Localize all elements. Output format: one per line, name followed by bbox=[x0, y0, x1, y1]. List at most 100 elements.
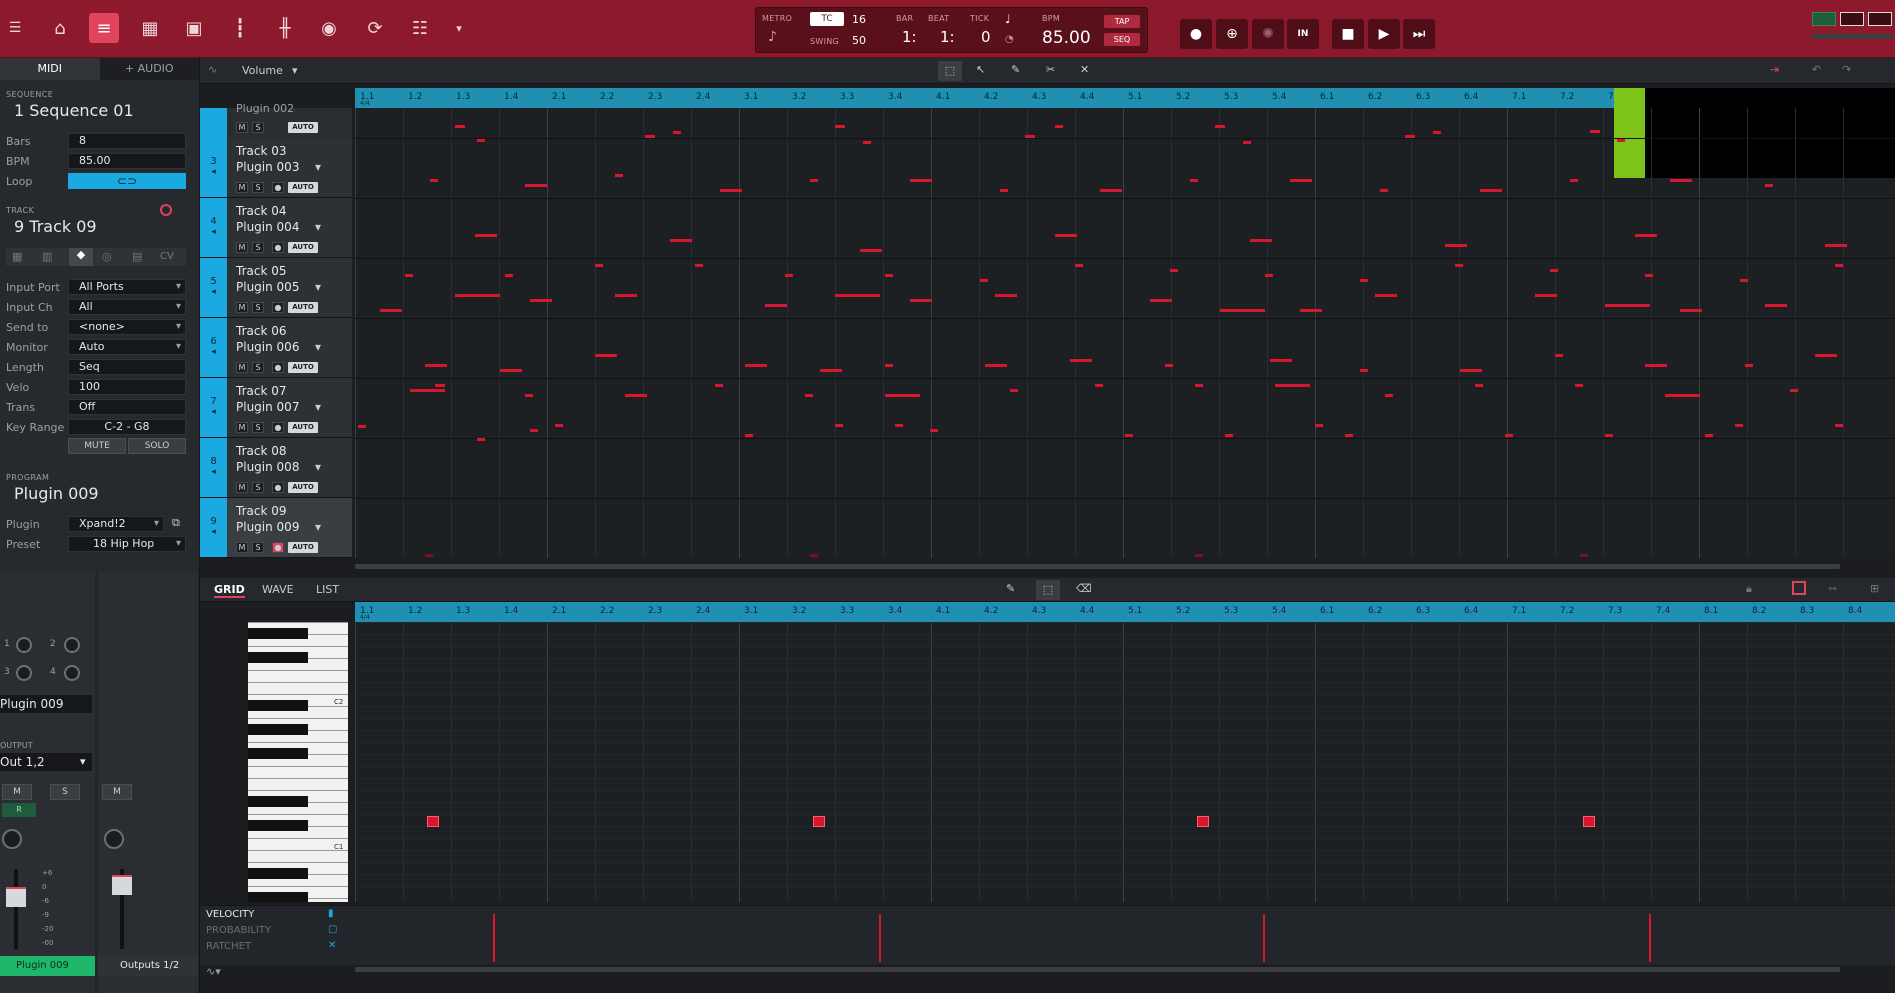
midi-note[interactable] bbox=[1705, 434, 1713, 437]
strip2-label[interactable]: Outputs 1/2 bbox=[98, 956, 198, 976]
track-plugin-select[interactable]: Plugin 003 bbox=[236, 160, 321, 176]
midi-note[interactable] bbox=[525, 184, 547, 187]
automation-read-button[interactable]: R bbox=[2, 803, 36, 817]
black-key[interactable] bbox=[248, 652, 308, 663]
mute-toggle[interactable]: M bbox=[236, 242, 248, 253]
midi-note[interactable] bbox=[430, 179, 438, 182]
select-tool-icon[interactable]: ⬚ bbox=[1036, 580, 1060, 600]
midi-note[interactable] bbox=[1220, 309, 1265, 312]
midi-note[interactable] bbox=[525, 394, 533, 397]
track-row[interactable]: 4◂ Track 04 Plugin 004 MS ● AUTO bbox=[200, 198, 352, 258]
track-prop-field[interactable]: 100 bbox=[68, 379, 186, 395]
midi-note[interactable] bbox=[1315, 424, 1323, 427]
midi-note[interactable] bbox=[1550, 269, 1558, 272]
midi-note[interactable] bbox=[1025, 135, 1035, 138]
midi-note[interactable] bbox=[1670, 179, 1692, 182]
midi-note[interactable] bbox=[910, 299, 932, 302]
midi-note[interactable] bbox=[1665, 394, 1700, 397]
track-row[interactable]: 3◂ Track 03 Plugin 003 MS ● AUTO bbox=[200, 138, 352, 198]
midi-note[interactable] bbox=[530, 429, 538, 432]
midi-note[interactable] bbox=[895, 424, 903, 427]
home-icon[interactable]: ⌂ bbox=[45, 13, 75, 43]
midi-note[interactable] bbox=[765, 304, 787, 307]
looper-icon[interactable]: ⟳ bbox=[360, 13, 390, 43]
midi-note[interactable] bbox=[1635, 234, 1657, 237]
midi-note[interactable] bbox=[410, 389, 445, 392]
sample-edit-icon[interactable]: ▣ bbox=[179, 13, 209, 43]
midi-note[interactable] bbox=[985, 364, 1007, 367]
midi-note[interactable] bbox=[1555, 354, 1563, 357]
track-number[interactable]: 8 ◂ bbox=[200, 438, 227, 497]
cv-type-tab[interactable]: CV bbox=[160, 251, 174, 262]
input-monitor-button[interactable]: IN bbox=[1287, 19, 1319, 49]
midi-note[interactable] bbox=[425, 364, 447, 367]
no-plugin-icon[interactable] bbox=[1840, 12, 1864, 26]
auto-button[interactable]: AUTO bbox=[288, 422, 318, 433]
midi-note[interactable] bbox=[805, 394, 813, 397]
midi-note[interactable] bbox=[625, 394, 647, 397]
record-arm-toggle[interactable]: ● bbox=[272, 542, 284, 553]
strip-mute-button[interactable]: M bbox=[2, 784, 32, 800]
midi-note[interactable] bbox=[1580, 554, 1588, 557]
black-key[interactable] bbox=[248, 700, 308, 711]
send-4-knob[interactable] bbox=[64, 665, 80, 681]
tc-button[interactable]: TC bbox=[810, 12, 844, 26]
midi-note[interactable] bbox=[1170, 269, 1178, 272]
midi-note[interactable] bbox=[1735, 424, 1743, 427]
automation-param-select[interactable]: Volume bbox=[242, 64, 283, 77]
channel-mixer-icon[interactable]: ╫ bbox=[270, 13, 300, 43]
seq-button[interactable]: SEQ bbox=[1104, 33, 1140, 46]
midi-note[interactable] bbox=[1480, 189, 1502, 192]
midi-note[interactable] bbox=[595, 354, 617, 357]
track-name[interactable]: Track 06 bbox=[236, 324, 286, 338]
black-key[interactable] bbox=[248, 724, 308, 735]
midi-note[interactable] bbox=[1825, 244, 1847, 247]
program-name[interactable]: Plugin 009 bbox=[14, 484, 99, 503]
bpm-field[interactable]: 85.00 bbox=[68, 153, 186, 169]
piano-roll-grid[interactable]: 1.1 1.2 1.3 1.4 2.1 2.2 2.3 2.4 3.1 3.2 3.3 3.4 4.1 4… bbox=[355, 602, 1895, 902]
metronome-icon[interactable]: ♪ bbox=[768, 29, 777, 45]
solo-toggle[interactable]: S bbox=[252, 482, 264, 493]
chevron-down-icon[interactable]: ▾ bbox=[80, 755, 86, 768]
record-arm-toggle[interactable]: ● bbox=[272, 182, 284, 193]
automation-lane-icon[interactable]: ∿ bbox=[208, 63, 217, 76]
midi-note[interactable] bbox=[1000, 189, 1008, 192]
midi-note[interactable] bbox=[1605, 434, 1613, 437]
midi-note[interactable] bbox=[1505, 434, 1513, 437]
midi-note[interactable] bbox=[1405, 135, 1415, 138]
midi-note[interactable] bbox=[505, 274, 513, 277]
mute-toggle[interactable]: M bbox=[236, 422, 248, 433]
output-volume-fader[interactable] bbox=[112, 875, 132, 895]
erase-tool-icon[interactable]: ✕ bbox=[1080, 63, 1089, 76]
track-plugin-select[interactable]: Plugin 005 bbox=[236, 280, 321, 296]
strip1-label[interactable]: Plugin 009 bbox=[0, 956, 95, 976]
midi-note[interactable] bbox=[455, 125, 465, 128]
solo-toggle[interactable]: S bbox=[252, 182, 264, 193]
snap-icon[interactable] bbox=[1792, 581, 1806, 595]
mute-toggle[interactable]: M bbox=[236, 302, 248, 313]
drum-type-icon[interactable]: ▦ bbox=[12, 250, 22, 263]
midi-note[interactable] bbox=[885, 274, 893, 277]
velocity-bars-icon[interactable]: ▮ bbox=[328, 908, 334, 919]
volume-fader[interactable] bbox=[6, 887, 26, 907]
midi-note[interactable] bbox=[1605, 304, 1650, 307]
zoom-fit-icon[interactable]: ⊞ bbox=[1870, 582, 1879, 595]
midi-note[interactable] bbox=[1055, 125, 1063, 128]
clip-type-icon[interactable]: ▤ bbox=[132, 250, 142, 263]
track-plugin-select[interactable]: Plugin 009 bbox=[236, 520, 321, 536]
midi-note[interactable] bbox=[885, 394, 920, 397]
record-arm-toggle[interactable]: ● bbox=[272, 422, 284, 433]
record-arm-toggle[interactable]: ● bbox=[272, 302, 284, 313]
midi-note[interactable] bbox=[1617, 139, 1625, 142]
midi-note[interactable] bbox=[860, 249, 882, 252]
midi-note[interactable] bbox=[835, 294, 880, 297]
tab-list[interactable]: LIST bbox=[316, 583, 339, 596]
timer-icon[interactable]: ◔ bbox=[1005, 34, 1014, 45]
record-button[interactable]: ● bbox=[1180, 19, 1212, 49]
output-mute-button[interactable]: M bbox=[102, 784, 132, 800]
track-prop-field[interactable]: All Ports bbox=[68, 279, 186, 295]
loop-toggle[interactable]: ⊂⊃ bbox=[68, 173, 186, 189]
solo-toggle[interactable]: S bbox=[252, 362, 264, 373]
mute-toggle[interactable]: M bbox=[236, 482, 248, 493]
track-number[interactable]: 7 ◂ bbox=[200, 378, 227, 437]
